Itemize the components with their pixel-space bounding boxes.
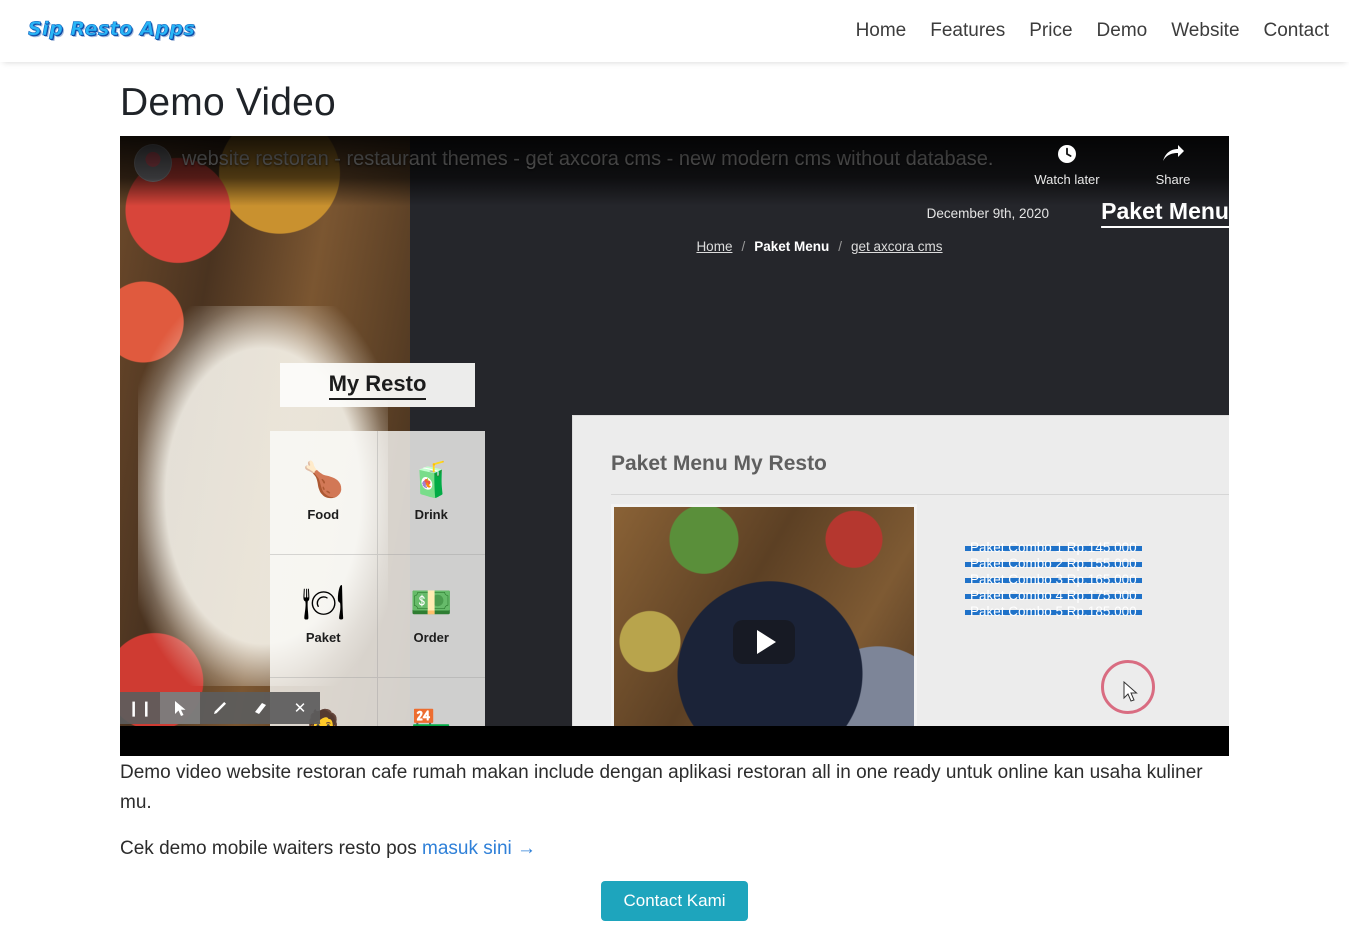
nav-item-website[interactable]: Website [1171, 20, 1239, 42]
page-title: Demo Video [120, 81, 336, 124]
app-panel-title-text: My Resto [328, 371, 427, 400]
main-navigation: Home Features Price Demo Website Contact [856, 0, 1329, 62]
breadcrumb-item-home[interactable]: Home [696, 239, 732, 254]
demo-site-date: December 9th, 2020 [926, 206, 1049, 221]
combo-item[interactable]: Paket Combo 5 Rp.185.000 [965, 605, 1142, 618]
nav-item-demo[interactable]: Demo [1097, 20, 1148, 42]
share-arrow-icon [1161, 142, 1185, 166]
eraser-tool-button[interactable] [240, 692, 280, 724]
video-viewport: Paket Menu Home / Paket Menu / get axcor… [120, 136, 1229, 756]
site-header: Sip Resto Apps Home Features Price Demo … [0, 0, 1349, 62]
breadcrumb-separator: / [741, 239, 746, 254]
juice-orange-icon: 🧃 [410, 460, 453, 499]
demo-site-header: Paket Menu Home / Paket Menu / get axcor… [410, 198, 1229, 254]
cursor-tool-button[interactable] [160, 692, 200, 724]
video-bottom-bar [120, 726, 1229, 756]
card-divider [611, 494, 1229, 495]
mobile-demo-line: Cek demo mobile waiters resto pos masuk … [120, 838, 1210, 860]
combo-list: Paket Combo 1 Rp.145.000 Paket Combo 2 R… [965, 541, 1229, 626]
annotation-toolbar: ❙❙ ✕ [120, 692, 320, 724]
masuk-sini-link[interactable]: masuk sini → [422, 838, 536, 859]
nav-item-features[interactable]: Features [930, 20, 1005, 42]
share-label: Share [1155, 172, 1191, 187]
breadcrumb-item-paket-menu: Paket Menu [754, 239, 830, 254]
nav-item-price[interactable]: Price [1029, 20, 1072, 42]
watch-later-label: Watch later [1034, 172, 1100, 187]
play-button[interactable] [733, 619, 795, 664]
combo-item[interactable]: Paket Combo 1 Rp.145.000 [965, 541, 1142, 554]
combo-item[interactable]: Paket Combo 2 Rp.155.000 [965, 557, 1142, 570]
cta-container: Contact Kami [0, 881, 1349, 921]
nav-item-contact[interactable]: Contact [1264, 20, 1329, 42]
dollar-icon: 💵 [410, 584, 453, 623]
combo-item[interactable]: Paket Combo 3 Rp.165.000 [965, 573, 1142, 586]
nav-item-home[interactable]: Home [856, 20, 907, 42]
clock-icon [1057, 142, 1077, 166]
pencil-tool-button[interactable] [200, 692, 240, 724]
breadcrumb-item-get-axcora-cms[interactable]: get axcora cms [851, 239, 943, 254]
chicken-icon: 🍗 [302, 460, 345, 499]
video-description: Demo video website restoran cafe rumah m… [120, 762, 1203, 813]
share-button[interactable]: Share [1137, 142, 1209, 187]
card-heading: Paket Menu My Resto [611, 452, 827, 475]
video-player[interactable]: Paket Menu Home / Paket Menu / get axcor… [120, 136, 1229, 756]
breadcrumb: Home / Paket Menu / get axcora cms [410, 239, 1229, 254]
video-actions: Watch later Share [1031, 142, 1209, 187]
food-photo[interactable] [611, 504, 917, 756]
app-menu-label: Order [413, 630, 449, 646]
app-menu-item-food[interactable]: 🍗 Food [270, 431, 378, 555]
watch-later-button[interactable]: Watch later [1031, 142, 1103, 187]
play-triangle-icon [756, 629, 776, 654]
app-menu-item-paket[interactable]: 🍽 Paket [270, 554, 378, 679]
contact-kami-button[interactable]: Contact Kami [601, 881, 748, 921]
mobile-demo-text: Cek demo mobile waiters resto pos [120, 838, 423, 859]
breadcrumb-separator: / [838, 239, 843, 254]
app-menu-item-drink[interactable]: 🧃 Drink [377, 431, 485, 555]
app-panel-title: My Resto [280, 363, 475, 407]
app-menu-label: Drink [414, 506, 448, 522]
close-button[interactable]: ✕ [280, 692, 320, 724]
site-logo[interactable]: Sip Resto Apps [28, 18, 195, 41]
fork-knife-icon: 🍽 [301, 584, 345, 623]
mouse-cursor-icon [1123, 680, 1139, 708]
app-menu-label: Food [307, 506, 340, 522]
app-menu-item-order[interactable]: 💵 Order [377, 555, 485, 679]
app-menu-label: Paket [305, 630, 341, 646]
combo-item[interactable]: Paket Combo 4 Rp.175.000 [965, 589, 1142, 602]
pause-button[interactable]: ❙❙ [120, 692, 160, 724]
